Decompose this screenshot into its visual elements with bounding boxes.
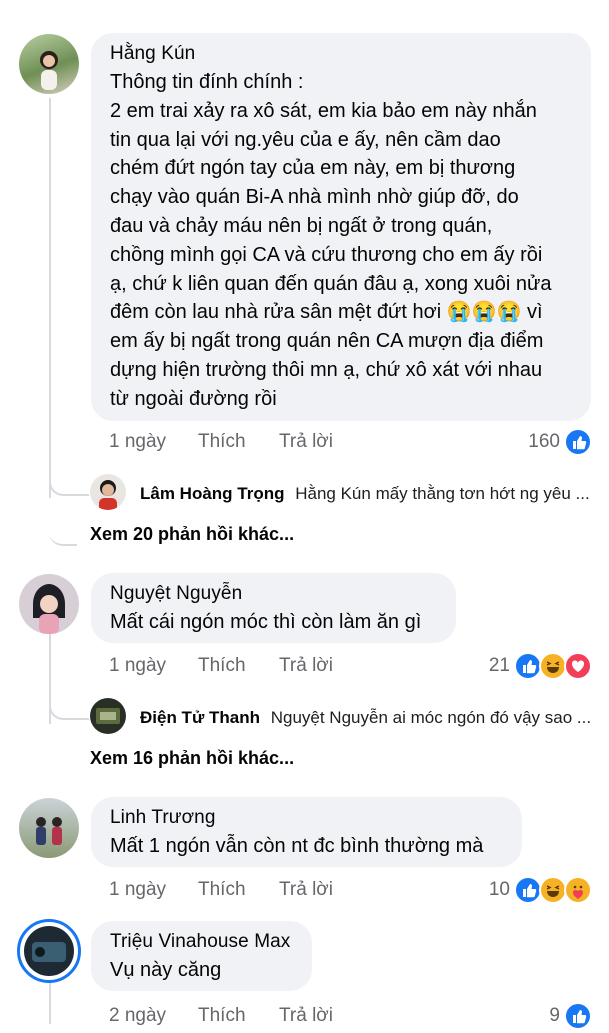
- comment-actions: 1 ngày Thích Trả lời: [109, 879, 409, 903]
- comment-actions: 2 ngày Thích Trả lời: [109, 1005, 409, 1029]
- reply-button[interactable]: Trả lời: [279, 655, 333, 677]
- comment-text: Mất cái ngón móc thì còn làm ăn gì: [110, 611, 422, 633]
- like-button[interactable]: Thích: [198, 431, 246, 453]
- thread-line: [49, 98, 51, 498]
- thread-line: [49, 982, 51, 1024]
- reply-author[interactable]: Lâm Hoàng Trọng: [140, 484, 285, 503]
- thread-hook: [49, 692, 89, 720]
- reply-button[interactable]: Trả lời: [279, 431, 333, 453]
- like-button[interactable]: Thích: [198, 655, 246, 677]
- like-reaction-icon: [564, 1002, 592, 1030]
- avatar[interactable]: [19, 798, 79, 858]
- haha-reaction-icon: [539, 876, 567, 904]
- comment-text: Mất 1 ngón vẫn còn nt đc bình thường mà: [110, 835, 484, 857]
- comment-bubble[interactable]: Nguyệt Nguyễn Mất cái ngón móc thì còn l…: [91, 573, 456, 643]
- comment-actions: 1 ngày Thích Trả lời: [109, 655, 409, 679]
- comment-text: Thông tin đính chính : 2 em trai xảy ra …: [110, 71, 552, 410]
- reaction-count[interactable]: 21: [450, 655, 510, 677]
- comment-bubble[interactable]: Linh Trương Mất 1 ngón vẫn còn nt đc bìn…: [91, 797, 522, 867]
- comment-bubble[interactable]: Hằng Kún Thông tin đính chính : 2 em tra…: [91, 33, 591, 421]
- like-reaction-icon: [514, 876, 542, 904]
- avatar[interactable]: [17, 919, 81, 983]
- comment-text: Vụ này căng: [110, 959, 222, 981]
- timestamp[interactable]: 1 ngày: [109, 655, 166, 677]
- avatar[interactable]: [90, 474, 126, 510]
- care-reaction-icon: [564, 876, 592, 904]
- avatar-image: [40, 51, 58, 90]
- like-reaction-icon: [514, 652, 542, 680]
- timestamp[interactable]: 1 ngày: [109, 879, 166, 901]
- comment-actions: 1 ngày Thích Trả lời: [109, 431, 409, 455]
- commenter-name[interactable]: Linh Trương: [110, 807, 506, 829]
- comment-bubble[interactable]: Triệu Vinahouse Max Vụ này căng: [91, 921, 312, 991]
- like-button[interactable]: Thích: [198, 879, 246, 901]
- commenter-name[interactable]: Nguyệt Nguyễn: [110, 583, 440, 605]
- view-more-replies[interactable]: Xem 16 phản hồi khác...: [90, 748, 294, 769]
- haha-reaction-icon: [539, 652, 567, 680]
- avatar[interactable]: [19, 574, 79, 634]
- reply-preview[interactable]: Điện Tử Thanh Nguyệt Nguyễn ai móc ngón …: [140, 708, 590, 728]
- timestamp[interactable]: 1 ngày: [109, 431, 166, 453]
- reply-text: Nguyệt Nguyễn ai móc ngón đó vậy sao ...: [270, 708, 590, 727]
- reply-text: Hằng Kún mấy thằng tơn hớt ng yêu ...: [295, 484, 590, 503]
- reply-author[interactable]: Điện Tử Thanh: [140, 708, 260, 727]
- reaction-count[interactable]: 10: [450, 879, 510, 901]
- view-more-replies[interactable]: Xem 20 phản hồi khác...: [90, 524, 294, 545]
- avatar[interactable]: [19, 34, 79, 94]
- reply-preview[interactable]: Lâm Hoàng Trọng Hằng Kún mấy thằng tơn h…: [140, 484, 590, 504]
- reply-button[interactable]: Trả lời: [279, 879, 333, 901]
- love-reaction-icon: [564, 652, 592, 680]
- thread-hook: [49, 470, 89, 496]
- thread-hook: [49, 508, 77, 546]
- commenter-name[interactable]: Hằng Kún: [110, 43, 575, 65]
- commenter-name[interactable]: Triệu Vinahouse Max: [110, 931, 296, 953]
- like-reaction-icon: [564, 428, 592, 456]
- reaction-count[interactable]: 160: [500, 431, 560, 453]
- avatar[interactable]: [90, 698, 126, 734]
